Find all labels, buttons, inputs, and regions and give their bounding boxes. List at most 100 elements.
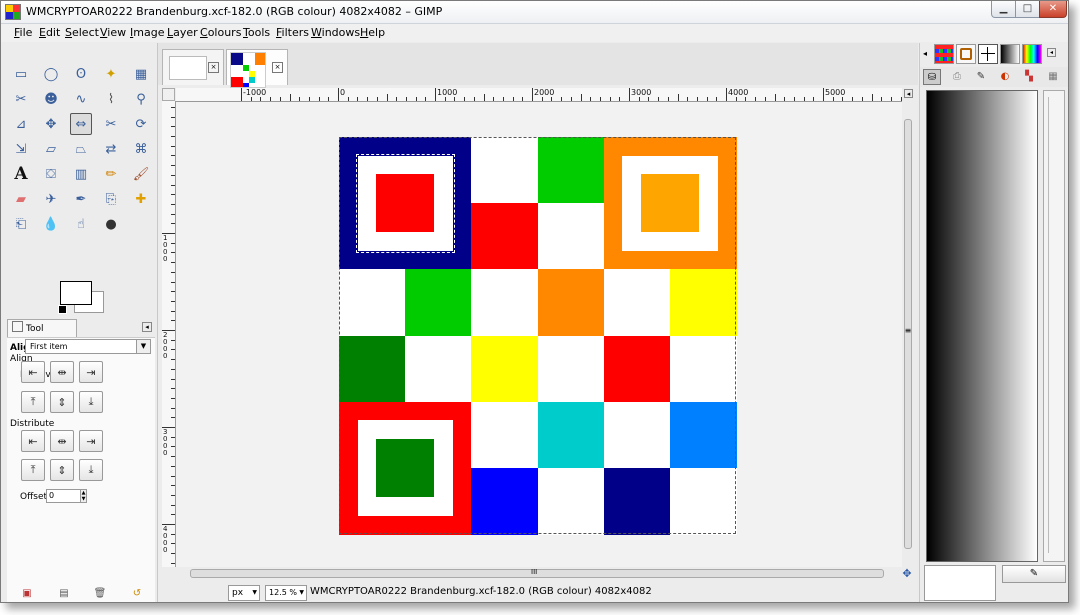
paths-icon[interactable]: ∿ <box>70 88 92 110</box>
reset-options-icon[interactable]: ↺ <box>129 588 145 600</box>
distribute-bottom-button[interactable]: ⤓ <box>79 459 103 481</box>
align-left-button[interactable]: ⇤ <box>21 361 45 383</box>
dock-scrollbar[interactable] <box>1043 90 1065 562</box>
perspective-clone-icon[interactable]: ⎗ <box>10 213 32 235</box>
vertical-scrollbar[interactable]: ≡ <box>902 101 914 567</box>
heal-icon[interactable]: ✚ <box>130 188 152 210</box>
dock-config-icon[interactable]: ◂ <box>1047 48 1056 57</box>
gradients-tab[interactable] <box>1000 44 1020 64</box>
menu-file[interactable]: File <box>14 26 32 39</box>
foreground-select-icon[interactable]: ☻ <box>40 88 62 110</box>
horizontal-scrollbar[interactable]: III <box>176 567 902 581</box>
distribute-right-button[interactable]: ⇥ <box>79 430 103 452</box>
delete-options-icon[interactable]: 🗑 <box>92 588 108 600</box>
menu-layer[interactable]: Layer <box>167 26 198 39</box>
offset-input[interactable]: 0 <box>46 489 81 503</box>
pencil-icon[interactable]: ✏ <box>100 163 122 185</box>
menu-image[interactable]: Image <box>130 26 164 39</box>
align-right-button[interactable]: ⇥ <box>79 361 103 383</box>
move-icon[interactable]: ✥ <box>40 113 62 135</box>
color-picker-icon[interactable]: ⌇ <box>100 88 122 110</box>
image-canvas[interactable] <box>339 137 737 535</box>
palettes-tab[interactable] <box>1022 44 1042 64</box>
patterns-tab[interactable] <box>934 44 954 64</box>
shear-icon[interactable]: ▱ <box>40 138 62 160</box>
menu-view[interactable]: View <box>100 26 126 39</box>
text-icon[interactable]: A <box>10 163 32 185</box>
gradient-preview[interactable] <box>926 90 1038 562</box>
tool-presets-tab[interactable] <box>978 44 998 64</box>
close-button[interactable]: ✕ <box>1039 1 1067 18</box>
align-center-button[interactable]: ⇹ <box>50 361 74 383</box>
relative-to-select[interactable]: First item ▼ <box>25 339 151 354</box>
ink-icon[interactable]: ✒ <box>70 188 92 210</box>
ellipse-select-icon[interactable]: ◯ <box>40 63 62 85</box>
brushes-tab[interactable] <box>956 44 976 64</box>
restore-options-icon[interactable]: ▤ <box>56 588 72 600</box>
distribute-center-button[interactable]: ⇹ <box>50 430 74 452</box>
lasso-icon[interactable]: ʘ <box>70 63 92 85</box>
smudge-icon[interactable]: ☝ <box>70 213 92 235</box>
menu-filters[interactable]: Filters <box>276 26 309 39</box>
scale-icon[interactable]: ⇲ <box>10 138 32 160</box>
vertical-ruler[interactable]: 1000 2000 3000 4000 <box>162 101 176 567</box>
close-icon[interactable]: × <box>272 62 283 73</box>
unit-select[interactable]: px ▼ <box>228 585 260 601</box>
align-middle-button[interactable]: ⇕ <box>50 391 74 413</box>
menu-colours[interactable]: Colours <box>200 26 241 39</box>
zoom-select[interactable]: 12.5 % ▼ <box>265 585 307 601</box>
blend-icon[interactable]: ▥ <box>70 163 92 185</box>
dodge-burn-icon[interactable]: ● <box>100 213 122 235</box>
perspective-icon[interactable]: ⏢ <box>70 138 92 160</box>
horizontal-ruler[interactable]: -1000 0 1000 2000 3000 4000 5000 <box>176 88 902 102</box>
tab-tool-options[interactable]: Tool Options <box>7 319 77 352</box>
align-bottom-button[interactable]: ⤓ <box>79 391 103 413</box>
default-colors-icon[interactable] <box>58 305 67 314</box>
minimize-button[interactable]: ▁ <box>991 1 1016 18</box>
zoom-icon[interactable]: ⚲ <box>130 88 152 110</box>
maximize-button[interactable]: □ <box>1015 1 1040 18</box>
dock-menu-icon[interactable]: ◂ <box>923 49 927 58</box>
ruler-corner[interactable] <box>162 88 175 101</box>
dock-preview-field[interactable] <box>924 565 996 601</box>
navigate-icon[interactable]: ✥ <box>900 567 914 581</box>
airbrush-icon[interactable]: ✈ <box>40 188 62 210</box>
distribute-middle-button[interactable]: ⇕ <box>50 459 74 481</box>
color-select-icon[interactable]: ▦ <box>130 63 152 85</box>
foreground-color-swatch[interactable] <box>60 281 92 305</box>
rect-select-icon[interactable]: ▭ <box>10 63 32 85</box>
image-tab-empty[interactable]: × <box>162 49 224 85</box>
align-top-button[interactable]: ⤒ <box>21 391 45 413</box>
channels-tab-icon[interactable]: ⎙ <box>948 69 966 85</box>
panel-menu-icon[interactable]: ◂ <box>142 322 152 332</box>
bucket-fill-icon[interactable]: ⛋ <box>40 163 62 185</box>
flip-icon[interactable]: ⇄ <box>100 138 122 160</box>
menu-select[interactable]: Select <box>65 26 99 39</box>
save-options-icon[interactable]: ▣ <box>19 588 35 600</box>
color-area[interactable] <box>58 281 104 317</box>
align-icon[interactable]: ⇔ <box>70 113 92 135</box>
menu-tools[interactable]: Tools <box>243 26 270 39</box>
menu-windows[interactable]: Windows <box>311 26 360 39</box>
distribute-left-button[interactable]: ⇤ <box>21 430 45 452</box>
distribute-top-button[interactable]: ⤒ <box>21 459 45 481</box>
paths-tab-icon[interactable]: ✎ <box>972 69 990 85</box>
edit-button[interactable]: ✎ <box>1002 565 1066 583</box>
close-icon[interactable]: × <box>208 62 219 73</box>
blur-icon[interactable]: 💧 <box>40 213 62 235</box>
fuzzy-select-icon[interactable]: ✦ <box>100 63 122 85</box>
undo-tab-icon[interactable]: ◐ <box>996 69 1014 85</box>
image-tab-active[interactable]: × <box>226 49 288 88</box>
layers-tab-icon[interactable]: ⛁ <box>923 69 941 85</box>
menu-help[interactable]: Help <box>360 26 385 39</box>
eraser-icon[interactable]: ▰ <box>10 188 32 210</box>
scissors-icon[interactable]: ✂ <box>10 88 32 110</box>
colors-tab-icon[interactable]: ▚ <box>1020 69 1038 85</box>
cage-icon[interactable]: ⌘ <box>130 138 152 160</box>
menu-edit[interactable]: Edit <box>39 26 60 39</box>
fonts-tab-icon[interactable]: ▦ <box>1044 69 1062 85</box>
image-menu-icon[interactable]: ◂ <box>904 89 913 98</box>
rotate-icon[interactable]: ⟳ <box>130 113 152 135</box>
paintbrush-icon[interactable]: 🖌 <box>130 163 152 185</box>
offset-spinner[interactable]: ▲ ▼ <box>80 489 87 503</box>
